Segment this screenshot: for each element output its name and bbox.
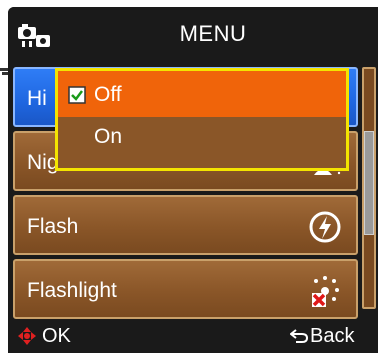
option-on[interactable]: On xyxy=(58,119,346,165)
checkbox-checked-icon xyxy=(68,86,86,104)
footer-bar: OK Back xyxy=(8,319,378,353)
back-hint: Back xyxy=(310,325,355,347)
option-off[interactable]: Off xyxy=(58,71,346,117)
page-title: MENU xyxy=(179,21,247,46)
back-arrow-icon xyxy=(290,329,308,343)
menu-item-flashlight[interactable]: Flashlight xyxy=(13,259,358,319)
menu-item-label: Flashlight xyxy=(27,279,117,302)
ok-hint: OK xyxy=(42,325,71,347)
flash-auto-icon xyxy=(309,211,341,243)
camera-menu-screen: MENU Hi Night Shot Flash Flashlight xyxy=(8,7,378,353)
menu-item-label: Hi xyxy=(27,87,47,110)
option-popup: Off On xyxy=(55,68,349,171)
menu-header: MENU xyxy=(8,7,378,62)
scrollbar-thumb[interactable] xyxy=(364,131,374,235)
scrollbar[interactable] xyxy=(362,67,376,309)
option-label: On xyxy=(94,125,123,148)
dpad-icon xyxy=(18,327,36,345)
edge-mark xyxy=(0,68,8,71)
menu-item-flash[interactable]: Flash xyxy=(13,195,358,255)
menu-item-label: Flash xyxy=(27,215,79,238)
option-label: Off xyxy=(94,83,122,106)
flashlight-off-icon xyxy=(312,276,339,307)
